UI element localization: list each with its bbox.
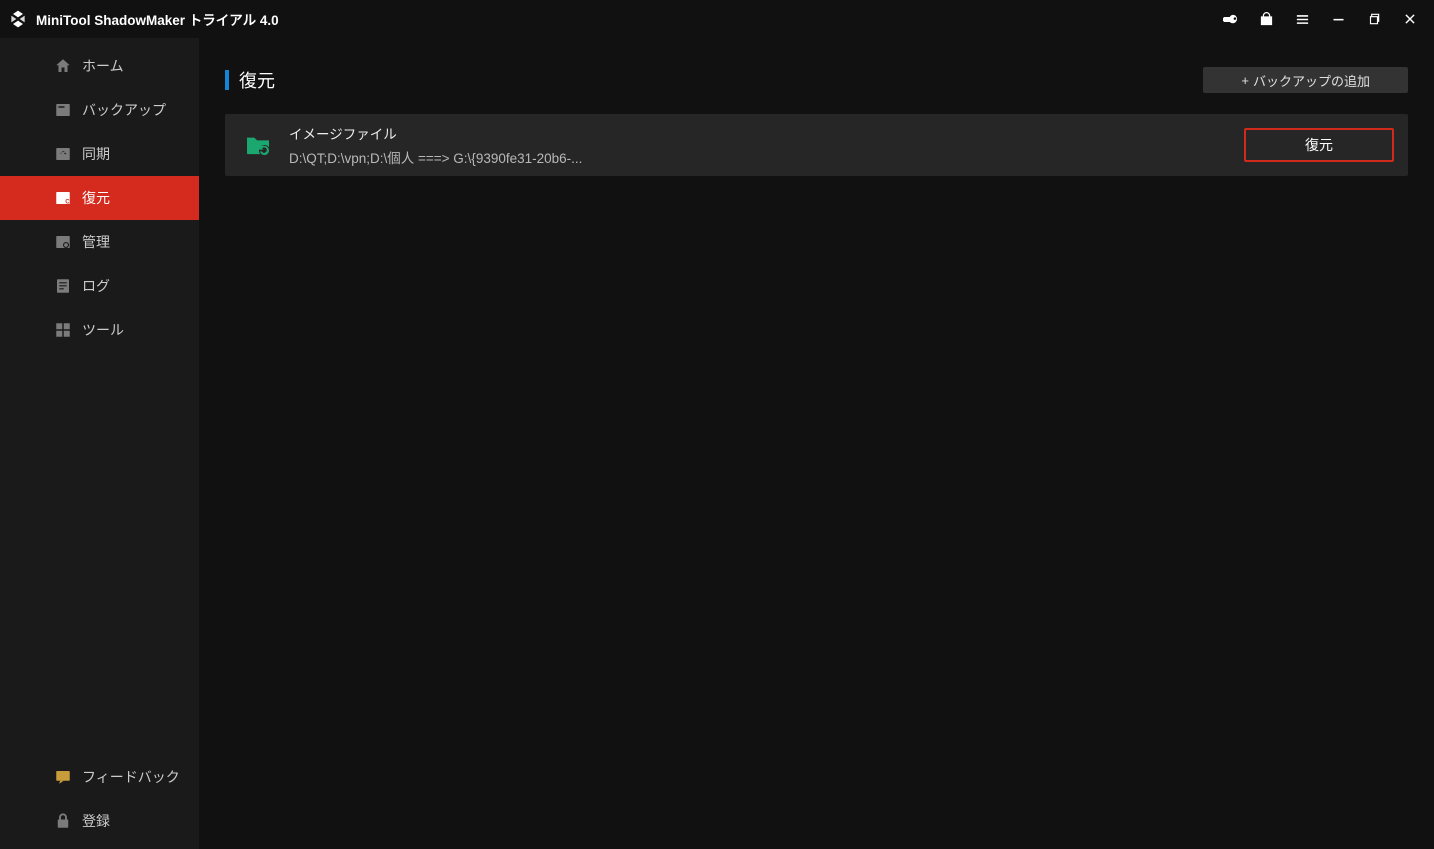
add-backup-label: バックアップの追加 xyxy=(1253,71,1370,90)
svg-text:C: C xyxy=(65,199,70,205)
sidebar-item-log[interactable]: ログ xyxy=(0,264,199,308)
titlebar: MiniTool ShadowMaker トライアル 4.0 xyxy=(0,0,1434,38)
minimize-icon[interactable] xyxy=(1328,9,1348,29)
row-title: イメージファイル xyxy=(289,123,1226,143)
log-icon xyxy=(54,277,72,295)
sidebar-item-manage[interactable]: 管理 xyxy=(0,220,199,264)
manage-icon xyxy=(54,233,72,251)
register-icon xyxy=(54,812,72,830)
shop-icon[interactable] xyxy=(1256,9,1276,29)
app-logo-icon xyxy=(8,9,28,29)
sidebar-item-home[interactable]: ホーム xyxy=(0,44,199,88)
backup-icon xyxy=(54,101,72,119)
page-title: 復元 xyxy=(239,67,275,93)
sidebar-item-feedback[interactable]: フィードバック xyxy=(0,755,199,799)
folder-restore-icon xyxy=(245,133,271,157)
menu-icon[interactable] xyxy=(1292,9,1312,29)
home-icon xyxy=(54,57,72,75)
sidebar: ホーム バックアップ 同期 C 復元 管理 xyxy=(0,38,199,849)
main-content: 復元 + バックアップの追加 イメージファイル D:\QT;D:\vpn; xyxy=(199,38,1434,849)
sidebar-item-sync[interactable]: 同期 xyxy=(0,132,199,176)
sidebar-item-backup[interactable]: バックアップ xyxy=(0,88,199,132)
key-icon[interactable] xyxy=(1220,9,1240,29)
feedback-icon xyxy=(54,768,72,786)
restore-button[interactable]: 復元 xyxy=(1244,128,1394,162)
list-item[interactable]: イメージファイル D:\QT;D:\vpn;D:\個人 ===> G:\{939… xyxy=(225,114,1408,176)
tools-icon xyxy=(54,321,72,339)
restore-icon: C xyxy=(54,189,72,207)
backup-list: イメージファイル D:\QT;D:\vpn;D:\個人 ===> G:\{939… xyxy=(225,114,1408,176)
sidebar-item-restore[interactable]: C 復元 xyxy=(0,176,199,220)
sidebar-item-register[interactable]: 登録 xyxy=(0,799,199,843)
row-path: D:\QT;D:\vpn;D:\個人 ===> G:\{9390fe31-20b… xyxy=(289,147,1226,167)
sync-icon xyxy=(54,145,72,163)
add-backup-button[interactable]: + バックアップの追加 xyxy=(1203,67,1408,93)
plus-icon: + xyxy=(1241,73,1249,88)
main-header: 復元 + バックアップの追加 xyxy=(225,56,1408,104)
page-title-accent xyxy=(225,70,229,90)
app-title: MiniTool ShadowMaker トライアル 4.0 xyxy=(36,9,279,29)
sidebar-item-tools[interactable]: ツール xyxy=(0,308,199,352)
sidebar-item-label: フィードバック xyxy=(54,767,180,787)
close-icon[interactable] xyxy=(1400,9,1420,29)
maximize-icon[interactable] xyxy=(1364,9,1384,29)
